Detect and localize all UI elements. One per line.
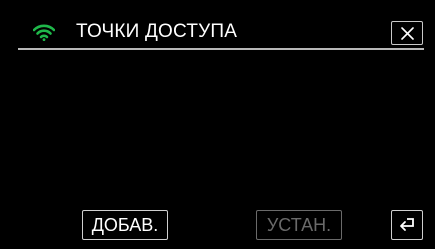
return-arrow-icon [400,218,414,231]
close-icon [401,27,414,40]
header-divider [18,48,424,50]
access-points-screen: ТОЧКИ ДОСТУПА ДОБАВ. УСТАН. [0,0,435,249]
access-point-list [18,51,424,201]
wifi-icon [32,23,56,41]
close-button[interactable] [391,21,423,45]
set-button[interactable]: УСТАН. [256,210,342,240]
back-button[interactable] [391,210,423,240]
add-button[interactable]: ДОБАВ. [82,210,168,240]
page-title: ТОЧКИ ДОСТУПА [76,21,238,42]
header-bar: ТОЧКИ ДОСТУПА [0,0,435,45]
